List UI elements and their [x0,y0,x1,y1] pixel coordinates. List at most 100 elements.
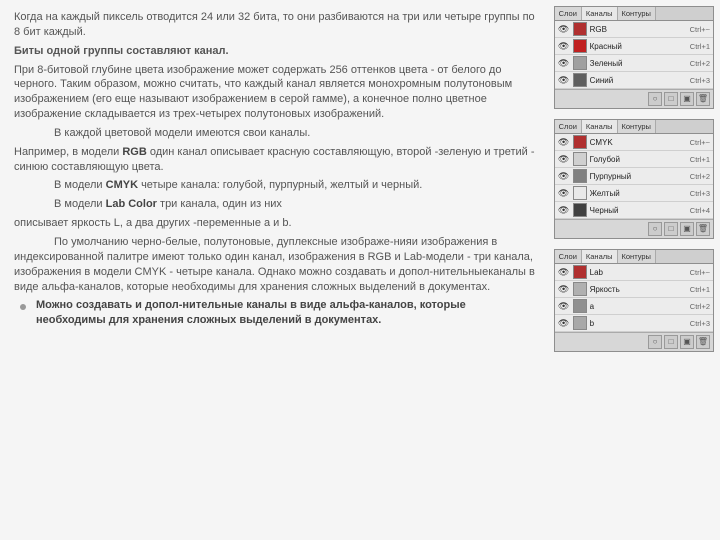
channel-label: a [590,302,690,311]
channel-row[interactable]: 👁 aCtrl+2 [555,298,713,315]
panel-footer-button[interactable]: ▣ [680,222,694,236]
channel-label: Желтый [590,189,690,198]
channel-row[interactable]: 👁 RGBCtrl+~ [555,21,713,38]
panels-column: СлоиКаналыКонтуры👁RGBCtrl+~👁КрасныйCtrl+… [550,0,720,540]
panel-tab[interactable]: Слои [555,250,582,263]
panel-footer-button[interactable]: □ [664,335,678,349]
channel-shortcut: Ctrl+2 [690,172,710,181]
panel-footer-button[interactable]: □ [664,92,678,106]
channel-row[interactable]: 👁 ПурпурныйCtrl+2 [555,168,713,185]
panel-footer: ○□▣🗑 [555,89,713,108]
panel-footer-button[interactable]: 🗑 [696,335,710,349]
channel-row[interactable]: 👁 ЯркостьCtrl+1 [555,281,713,298]
channel-label: Пурпурный [590,172,690,181]
panel-footer-button[interactable]: ○ [648,335,662,349]
panel-footer-button[interactable]: 🗑 [696,92,710,106]
panel-tab[interactable]: Контуры [618,120,656,133]
panel-footer-button[interactable]: ○ [648,92,662,106]
channel-rows: 👁 LabCtrl+~ 👁 ЯркостьCtrl+1 👁 aCtrl+2 👁 bCtrl+3 [555,264,713,332]
panel-tab[interactable]: Каналы [582,120,618,133]
bullet-text: Можно создавать и допол-нительные каналы… [36,298,536,328]
channel-shortcut: Ctrl+1 [690,155,710,164]
bullet-item: Можно создавать и допол-нительные каналы… [14,298,536,332]
panel-footer: ○□▣🗑 [555,332,713,351]
channel-thumbnail [573,39,587,53]
channel-row[interactable]: 👁CMYKCtrl+~ [555,134,713,151]
visibility-icon[interactable]: 👁 [558,318,570,329]
channel-row[interactable]: 👁 ГолубойCtrl+1 [555,151,713,168]
channel-thumbnail [573,186,587,200]
channel-thumbnail [573,282,587,296]
visibility-icon[interactable]: 👁 [558,58,570,69]
panel-tab[interactable]: Контуры [618,7,656,20]
panel-footer-button[interactable]: ▣ [680,335,694,349]
channel-row[interactable]: 👁 bCtrl+3 [555,315,713,332]
visibility-icon[interactable]: 👁 [558,75,570,86]
panel-tab[interactable]: Слои [555,120,582,133]
panel-tabs: СлоиКаналыКонтуры [555,250,713,264]
para-lab1: В модели Lab Color три канала, один из н… [14,197,536,212]
visibility-icon[interactable]: 👁 [558,24,570,35]
channel-thumbnail [573,73,587,87]
panel-tab[interactable]: Каналы [582,250,618,263]
visibility-icon[interactable]: 👁 [558,41,570,52]
panel-tabs: СлоиКаналыКонтуры [555,7,713,21]
channel-row[interactable]: 👁 СинийCtrl+3 [555,72,713,89]
channel-shortcut: Ctrl+3 [690,319,710,328]
channel-rows: 👁RGBCtrl+~👁КрасныйCtrl+1👁ЗеленыйCtrl+2👁С… [555,21,713,89]
channel-label: Яркость [590,285,690,294]
visibility-icon[interactable]: 👁 [558,284,570,295]
visibility-icon[interactable]: 👁 [558,267,570,278]
panel-tab[interactable]: Контуры [618,250,656,263]
para-cmyk: В модели CMYK четыре канала: голубой, пу… [14,178,536,193]
panel-footer-button[interactable]: 🗑 [696,222,710,236]
channel-shortcut: Ctrl+~ [690,268,710,277]
visibility-icon[interactable]: 👁 [558,188,570,199]
channel-row[interactable]: 👁 ЧерныйCtrl+4 [555,202,713,219]
channel-label: Голубой [590,155,690,164]
para-heading: Биты одной группы составляют канал. [14,44,536,59]
visibility-icon[interactable]: 👁 [558,154,570,165]
channel-thumbnail [573,316,587,330]
panel-tabs: СлоиКаналыКонтуры [555,120,713,134]
channel-label: b [590,319,690,328]
channel-label: Lab [590,268,690,277]
channel-shortcut: Ctrl+4 [690,206,710,215]
panel-tab[interactable]: Каналы [582,7,618,20]
channel-label: RGB [590,25,690,34]
channel-row[interactable]: 👁 LabCtrl+~ [555,264,713,281]
panel-tab[interactable]: Слои [555,7,582,20]
channel-shortcut: Ctrl+2 [690,302,710,311]
channel-shortcut: Ctrl+~ [690,25,710,34]
channel-thumbnail [573,135,587,149]
para-8bit: При 8-битовой глубине цвета изображение … [14,63,536,122]
para-models: В каждой цветовой модели имеются свои ка… [14,126,536,141]
panel-footer-button[interactable]: ▣ [680,92,694,106]
channel-label: CMYK [590,138,690,147]
visibility-icon[interactable]: 👁 [558,137,570,148]
panel-footer: ○□▣🗑 [555,219,713,238]
channel-row[interactable]: 👁КрасныйCtrl+1 [555,38,713,55]
visibility-icon[interactable]: 👁 [558,171,570,182]
panel-footer-button[interactable]: □ [664,222,678,236]
visibility-icon[interactable]: 👁 [558,301,570,312]
channel-shortcut: Ctrl+3 [690,76,710,85]
bullet-marker [20,304,26,310]
visibility-icon[interactable]: 👁 [558,205,570,216]
channels-panel: СлоиКаналыКонтуры👁LabCtrl+~👁ЯркостьCtrl+… [554,249,714,352]
channel-row[interactable]: 👁 ЖелтыйCtrl+3 [555,185,713,202]
channel-thumbnail [573,152,587,166]
channel-row[interactable]: 👁ЗеленыйCtrl+2 [555,55,713,72]
channel-label: Черный [590,206,690,215]
channel-label: Зеленый [590,59,690,68]
channel-rows: 👁CMYKCtrl+~👁ГолубойCtrl+1👁ПурпурныйCtrl+… [555,134,713,219]
channel-thumbnail [573,265,587,279]
channel-thumbnail [573,169,587,183]
channels-panel: СлоиКаналыКонтуры 👁 RGBCtrl+~ 👁КрасныйCtrl+… [554,6,714,109]
channel-label: Синий [590,76,690,85]
channel-thumbnail [573,299,587,313]
channel-shortcut: Ctrl+1 [690,285,710,294]
panel-footer-button[interactable]: ○ [648,222,662,236]
channel-thumbnail [573,56,587,70]
channel-shortcut: Ctrl+3 [690,189,710,198]
